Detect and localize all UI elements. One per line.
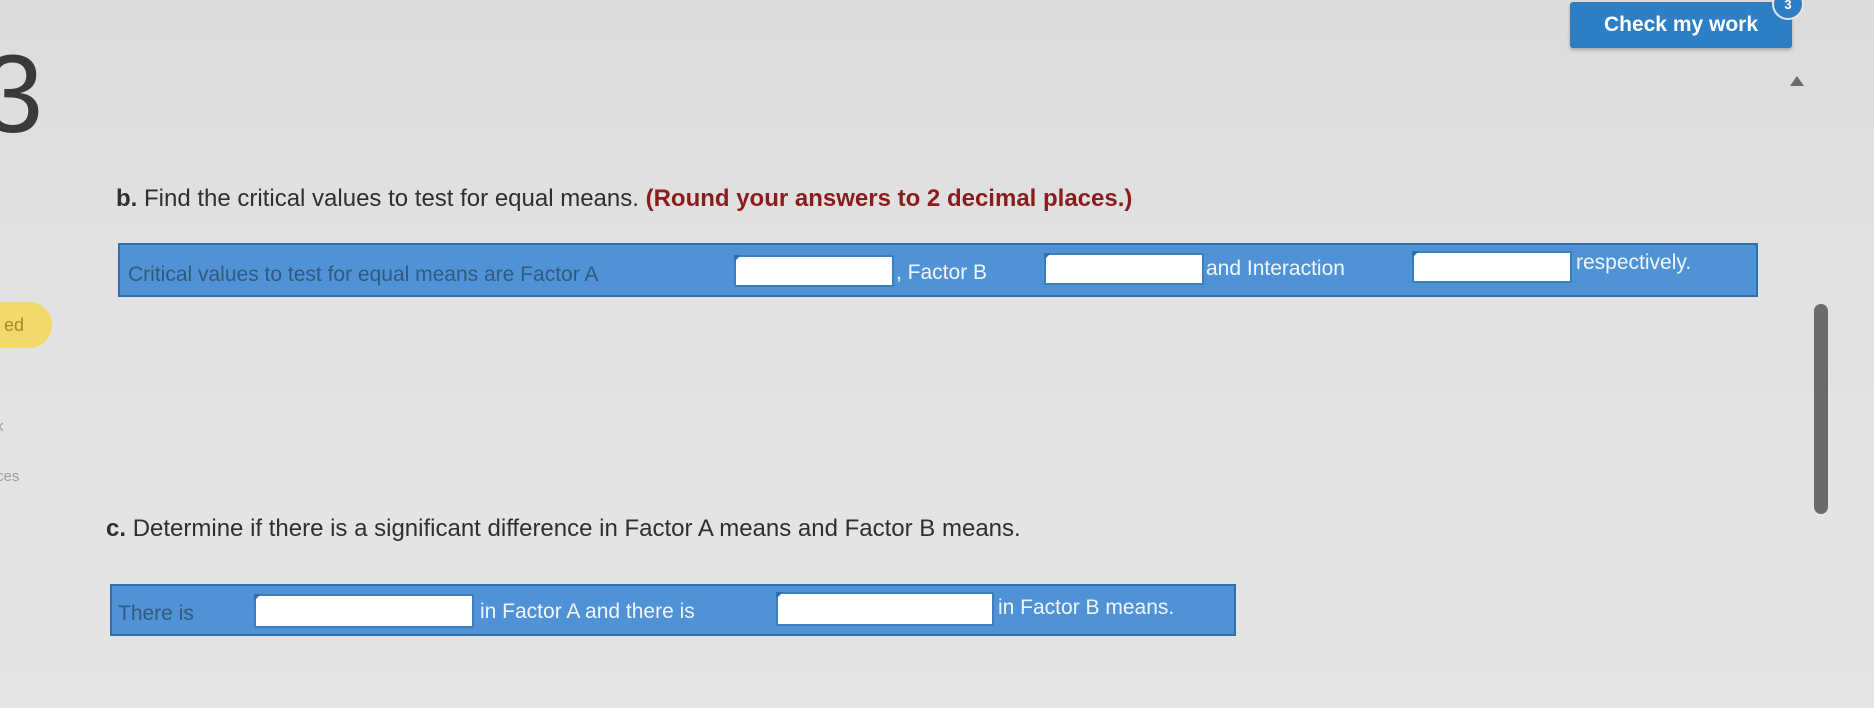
sidebar-fragment-1[interactable]: k bbox=[0, 418, 4, 435]
part-b-prompt: Find the critical values to test for equ… bbox=[144, 185, 639, 212]
input-marker-icon bbox=[1412, 251, 1419, 258]
interaction-critical-value-input[interactable] bbox=[1412, 251, 1572, 283]
part-b-label-respectively: respectively. bbox=[1576, 251, 1692, 274]
part-c-label-factor-b: in Factor B means. bbox=[998, 596, 1175, 619]
check-my-work-button[interactable]: Check my work bbox=[1570, 2, 1792, 48]
factor-b-difference-select[interactable] bbox=[776, 592, 994, 626]
input-marker-icon bbox=[734, 255, 741, 262]
part-b-letter: b. bbox=[116, 185, 138, 212]
part-b-label-interaction: and Interaction bbox=[1206, 257, 1345, 280]
part-b-label-factor-b: , Factor B bbox=[896, 261, 988, 284]
factor-a-difference-select[interactable] bbox=[254, 594, 474, 628]
input-marker-icon bbox=[776, 592, 783, 599]
part-c-question: c. Determine if there is a significant d… bbox=[106, 515, 1021, 543]
part-c-label-there-is: There is bbox=[118, 602, 194, 625]
input-marker-icon bbox=[1044, 253, 1051, 260]
factor-a-critical-value-input[interactable] bbox=[734, 255, 894, 287]
part-c-prompt: Determine if there is a significant diff… bbox=[132, 515, 1021, 542]
part-b-rounding-hint: (Round your answers to 2 decimal places.… bbox=[645, 185, 1133, 212]
part-c-label-factor-a: in Factor A and there is bbox=[480, 600, 695, 623]
status-pill[interactable]: ed bbox=[0, 302, 52, 348]
input-marker-icon bbox=[254, 594, 261, 601]
scrollbar-thumb[interactable] bbox=[1814, 304, 1828, 514]
part-c-letter: c. bbox=[106, 515, 127, 542]
part-b-question: b. Find the critical values to test for … bbox=[116, 185, 1132, 213]
part-c-answer-strip: There is in Factor A and there is in Fac… bbox=[110, 584, 1236, 636]
part-b-answer-strip: Critical values to test for equal means … bbox=[118, 243, 1758, 297]
question-number: 3 bbox=[0, 33, 44, 156]
sidebar-fragment-2[interactable]: ces bbox=[0, 468, 19, 485]
part-b-label-factor-a: Critical values to test for equal means … bbox=[128, 263, 599, 286]
scroll-up-arrow-icon[interactable] bbox=[1790, 76, 1804, 86]
factor-b-critical-value-input[interactable] bbox=[1044, 253, 1204, 285]
